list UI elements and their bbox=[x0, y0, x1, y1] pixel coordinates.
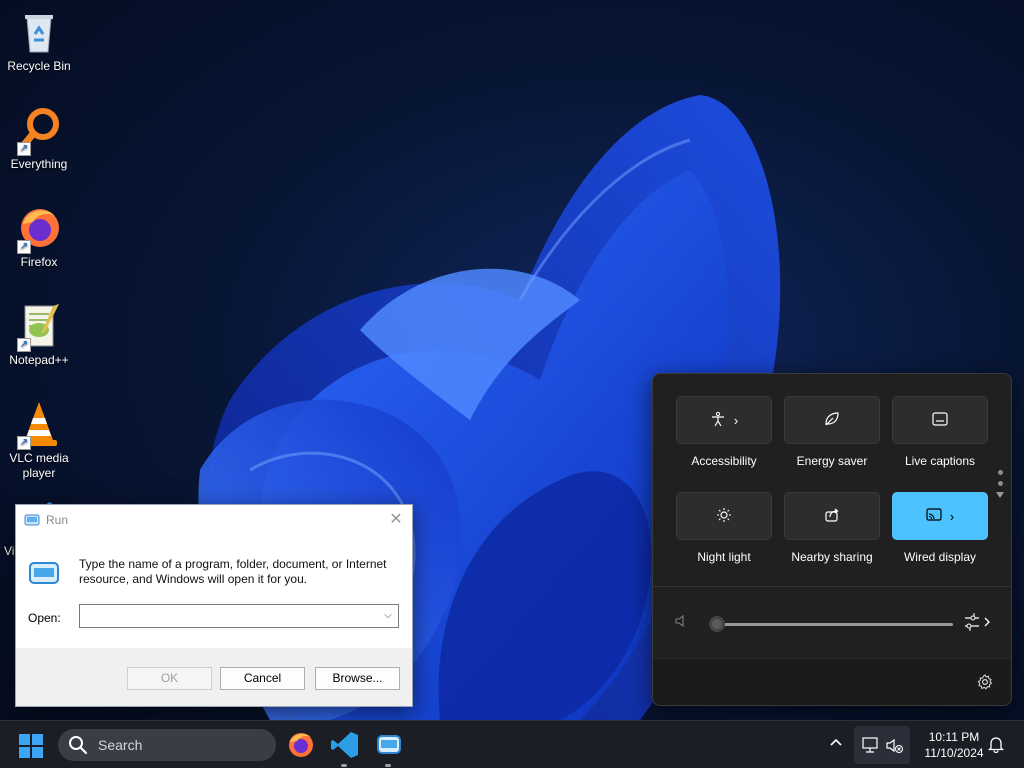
open-label: Open: bbox=[28, 611, 61, 625]
desktop-icon-firefox[interactable]: ↗ Firefox bbox=[0, 204, 78, 270]
run-program-icon bbox=[28, 559, 60, 587]
taskbar-clock[interactable]: 10:11 PM 11/10/2024 bbox=[912, 729, 996, 761]
open-input[interactable] bbox=[80, 605, 370, 627]
quick-settings-panel: › Accessibility Energy saver Live captio… bbox=[652, 373, 1012, 706]
notification-bell-icon[interactable] bbox=[987, 735, 1005, 754]
run-dialog: Run ✕ Type the name of a program, folder… bbox=[15, 504, 413, 707]
vscode-icon bbox=[331, 732, 358, 758]
firefox-icon: ↗ bbox=[15, 204, 63, 254]
volume-mixer-button[interactable] bbox=[963, 612, 997, 632]
leaf-icon bbox=[824, 411, 840, 430]
quick-settings-footer bbox=[653, 658, 1011, 705]
cancel-button[interactable]: Cancel bbox=[220, 667, 305, 690]
run-icon bbox=[377, 735, 401, 754]
tile-label: Accessibility bbox=[691, 454, 757, 468]
nearby-sharing-button[interactable] bbox=[784, 492, 880, 540]
speaker-muted-icon[interactable] bbox=[675, 614, 689, 631]
tile-energy-saver[interactable]: Energy saver bbox=[784, 396, 880, 468]
cast-icon bbox=[926, 507, 942, 525]
running-indicator bbox=[341, 764, 347, 767]
page-dot bbox=[997, 470, 1003, 475]
desktop-icon-label: Firefox bbox=[20, 255, 58, 269]
energy-saver-button[interactable] bbox=[784, 396, 880, 444]
page-down-icon[interactable] bbox=[996, 492, 1004, 498]
network-icon bbox=[862, 737, 880, 758]
page-indicator[interactable] bbox=[995, 470, 1005, 504]
volume-slider-track[interactable] bbox=[717, 623, 953, 626]
shortcut-arrow-icon: ↗ bbox=[17, 142, 31, 156]
volume-row bbox=[653, 602, 1011, 642]
start-button[interactable] bbox=[19, 734, 43, 758]
open-combobox[interactable]: ⌵ bbox=[79, 604, 399, 628]
run-body: Type the name of a program, folder, docu… bbox=[16, 535, 412, 648]
taskbar-vscode[interactable] bbox=[330, 730, 360, 767]
notepad-plus-plus-icon: ↗ bbox=[15, 302, 63, 352]
recycle-bin-icon bbox=[15, 8, 63, 56]
ok-button[interactable]: OK bbox=[127, 667, 212, 690]
tile-label: Live captions bbox=[904, 454, 976, 468]
captions-icon bbox=[932, 411, 948, 429]
desktop-icon-recycle-bin[interactable]: Recycle Bin bbox=[0, 8, 78, 74]
search-placeholder: Search bbox=[98, 737, 143, 753]
tile-accessibility[interactable]: › Accessibility bbox=[676, 396, 772, 468]
windows-logo-icon bbox=[19, 734, 30, 745]
chevron-up-icon[interactable] bbox=[830, 736, 842, 750]
sun-icon bbox=[716, 507, 732, 526]
run-description: Type the name of a program, folder, docu… bbox=[79, 557, 387, 586]
shortcut-arrow-icon: ↗ bbox=[17, 240, 31, 254]
windows-logo-pane bbox=[32, 734, 43, 745]
tile-wired-display[interactable]: › Wired display bbox=[892, 492, 988, 564]
tile-label: Night light bbox=[697, 550, 751, 564]
tile-label: Energy saver bbox=[796, 454, 868, 468]
browse-button[interactable]: Browse... bbox=[315, 667, 400, 690]
tile-label: Wired display bbox=[903, 550, 977, 564]
desktop-icon-label: VLC media player bbox=[9, 451, 69, 480]
taskbar-firefox[interactable] bbox=[286, 730, 316, 760]
close-icon[interactable]: ✕ bbox=[386, 510, 406, 530]
tile-label: Nearby sharing bbox=[791, 550, 873, 564]
firefox-icon bbox=[289, 733, 313, 757]
vlc-cone-icon: ↗ bbox=[15, 400, 63, 450]
shortcut-arrow-icon: ↗ bbox=[17, 436, 31, 450]
desktop-icon-label: Everything bbox=[10, 157, 68, 171]
chevron-down-icon[interactable]: ⌵ bbox=[380, 605, 396, 627]
windows-logo-pane bbox=[19, 747, 30, 758]
shortcut-arrow-icon: ↗ bbox=[17, 338, 31, 352]
tile-live-captions[interactable]: Live captions bbox=[892, 396, 988, 468]
run-title: Run bbox=[46, 513, 69, 527]
run-titlebar[interactable]: Run ✕ bbox=[16, 505, 412, 535]
tile-night-light[interactable]: Night light bbox=[676, 492, 772, 564]
desktop-icon-vlc[interactable]: ↗ VLC media player bbox=[0, 400, 78, 481]
clock-date: 11/10/2024 bbox=[924, 746, 984, 760]
run-app-icon bbox=[24, 513, 40, 527]
desktop-icon-label: Recycle Bin bbox=[7, 59, 71, 73]
live-captions-button[interactable] bbox=[892, 396, 988, 444]
desktop-icon-label: Notepad++ bbox=[9, 353, 69, 367]
windows-logo-pane bbox=[32, 747, 43, 758]
clock-time: 10:11 PM bbox=[928, 730, 980, 744]
speaker-muted-icon bbox=[886, 738, 904, 759]
chevron-right-icon: › bbox=[733, 412, 739, 428]
taskbar: Search 10:11 PM 11/10/2024 bbox=[0, 720, 1024, 768]
divider bbox=[653, 586, 1011, 587]
running-indicator bbox=[385, 764, 391, 767]
system-tray-quick-settings[interactable] bbox=[854, 726, 910, 764]
tile-nearby-sharing[interactable]: Nearby sharing bbox=[784, 492, 880, 564]
share-icon bbox=[824, 507, 840, 526]
volume-slider-thumb[interactable] bbox=[709, 616, 725, 632]
desktop-icon-everything[interactable]: ↗ Everything bbox=[0, 106, 78, 172]
accessibility-icon bbox=[710, 411, 726, 430]
desktop-icon-label: Vi bbox=[4, 544, 15, 558]
accessibility-button[interactable]: › bbox=[676, 396, 772, 444]
taskbar-search[interactable]: Search bbox=[58, 729, 276, 761]
search-icon bbox=[68, 735, 88, 755]
night-light-button[interactable] bbox=[676, 492, 772, 540]
taskbar-run[interactable] bbox=[374, 730, 404, 767]
chevron-right-icon: › bbox=[949, 508, 955, 524]
page-dot bbox=[997, 481, 1003, 486]
everything-search-icon: ↗ bbox=[15, 106, 63, 156]
desktop-icon-notepadpp[interactable]: ↗ Notepad++ bbox=[0, 302, 78, 368]
gear-icon[interactable] bbox=[977, 674, 993, 695]
wired-display-button[interactable]: › bbox=[892, 492, 988, 540]
